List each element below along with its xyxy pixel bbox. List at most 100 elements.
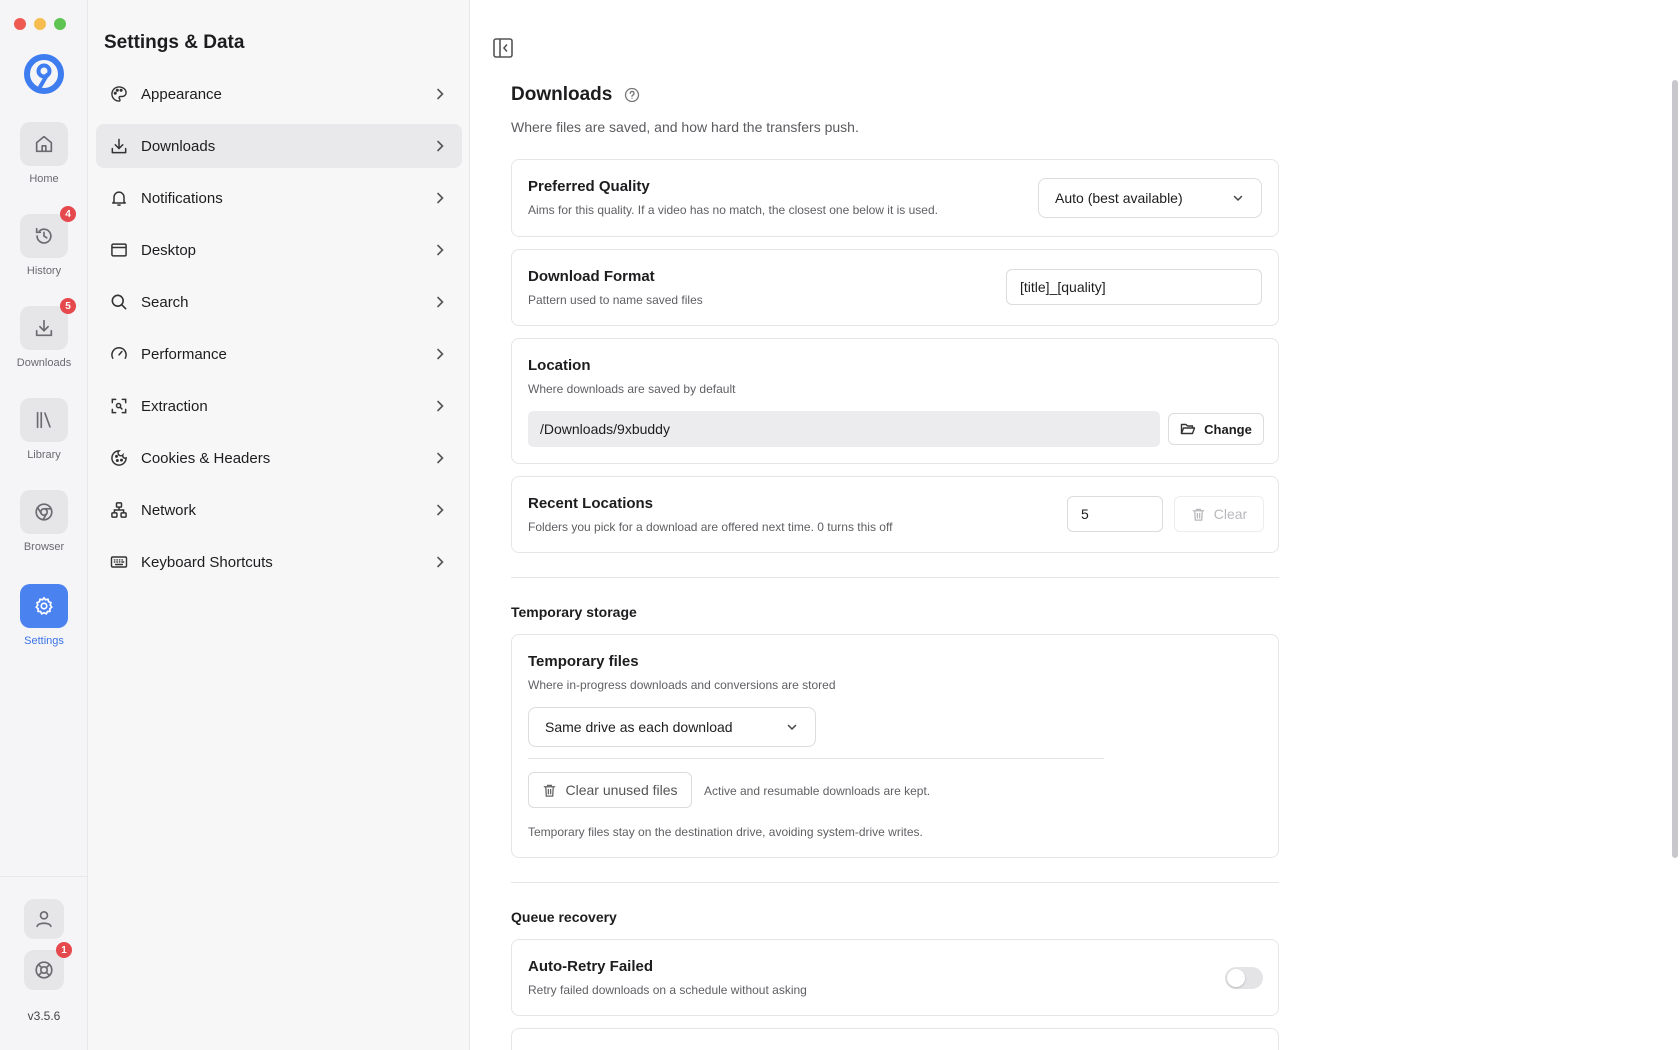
network-icon xyxy=(111,502,127,518)
zoom-window-button[interactable] xyxy=(54,18,66,30)
nav-label: Search xyxy=(141,293,189,311)
clear-unused-note: Active and resumable downloads are kept. xyxy=(704,784,931,798)
user-icon xyxy=(36,911,52,928)
rail-item-downloads[interactable]: 5 Downloads xyxy=(0,298,88,369)
temporary-storage-heading: Temporary storage xyxy=(511,604,637,620)
download-format-desc: Pattern used to name saved files xyxy=(528,293,703,307)
settings-nav: Settings & Data Appearance Downloads Not… xyxy=(88,0,470,1050)
nav-item-performance[interactable]: Performance xyxy=(96,332,462,376)
chevron-right-icon xyxy=(437,348,444,360)
location-path: /Downloads/9xbuddy xyxy=(528,411,1160,447)
scrollbar[interactable] xyxy=(1672,80,1678,858)
temporary-files-desc: Where in-progress downloads and conversi… xyxy=(528,678,836,692)
section-divider xyxy=(511,882,1279,883)
app-version: v3.5.6 xyxy=(27,1009,61,1023)
chevron-right-icon xyxy=(437,192,444,204)
nav-item-network[interactable]: Network xyxy=(96,488,462,532)
temporary-files-footer: Temporary files stay on the destination … xyxy=(528,825,923,839)
rail-label-history: History xyxy=(26,265,62,277)
recent-locations-desc: Folders you pick for a download are offe… xyxy=(528,520,893,534)
settings-button[interactable] xyxy=(20,584,68,628)
download-format-input[interactable] xyxy=(1006,269,1262,305)
nav-item-cookies-headers[interactable]: Cookies & Headers xyxy=(96,436,462,480)
chevron-right-icon xyxy=(437,88,444,100)
nav-label: Extraction xyxy=(141,397,208,415)
clear-recent-button[interactable]: Clear xyxy=(1174,496,1264,532)
history-button[interactable]: 4 xyxy=(20,206,76,258)
icon-rail: Home 4 History 5 Downloads Library Brows… xyxy=(0,0,88,1050)
clear-unused-files-button[interactable]: Clear unused files xyxy=(528,772,692,808)
recent-locations-title: Recent Locations xyxy=(528,495,654,512)
search-icon xyxy=(111,294,127,310)
nav-item-downloads[interactable]: Downloads xyxy=(96,124,462,168)
account-button[interactable] xyxy=(24,899,64,939)
nav-label: Notifications xyxy=(141,189,223,207)
page-title: Downloads xyxy=(511,84,640,106)
app-logo-icon xyxy=(24,54,64,94)
nav-item-notifications[interactable]: Notifications xyxy=(96,176,462,220)
nav-label: Performance xyxy=(141,345,227,363)
downloads-button[interactable]: 5 xyxy=(20,298,76,350)
nav-item-desktop[interactable]: Desktop xyxy=(96,228,462,272)
next-setting-card xyxy=(511,1028,1279,1050)
recent-locations-input[interactable] xyxy=(1067,496,1163,532)
rail-item-library[interactable]: Library xyxy=(0,398,88,461)
inner-divider xyxy=(528,758,1104,759)
download-icon xyxy=(35,319,53,337)
nav-item-search[interactable]: Search xyxy=(96,280,462,324)
temporary-location-select[interactable]: Same drive as each download xyxy=(528,707,816,747)
gear-icon xyxy=(35,596,53,615)
preferred-quality-select[interactable]: Auto (best available) xyxy=(1038,178,1262,218)
rail-item-settings[interactable]: Settings xyxy=(0,584,88,647)
nav-item-extraction[interactable]: Extraction xyxy=(96,384,462,428)
home-button[interactable] xyxy=(20,122,68,166)
location-card: Location Where downloads are saved by de… xyxy=(511,338,1279,464)
support-button[interactable]: 1 xyxy=(24,942,72,990)
nav-label: Cookies & Headers xyxy=(141,449,271,467)
nav-label: Network xyxy=(141,501,197,519)
section-divider xyxy=(511,577,1279,578)
minimize-window-button[interactable] xyxy=(34,18,46,30)
nav-item-keyboard-shortcuts[interactable]: Keyboard Shortcuts xyxy=(96,540,462,584)
temporary-location-value: Same drive as each download xyxy=(545,719,733,735)
chevron-right-icon xyxy=(437,556,444,568)
browser-button[interactable] xyxy=(20,490,68,534)
rail-item-history[interactable]: 4 History xyxy=(0,206,88,277)
library-button[interactable] xyxy=(20,398,68,442)
chevron-right-icon xyxy=(437,244,444,256)
rail-label-settings: Settings xyxy=(24,635,64,647)
browser-icon xyxy=(35,503,53,521)
cookie-icon xyxy=(111,450,127,466)
window-controls xyxy=(14,18,66,30)
chevron-right-icon xyxy=(437,504,444,516)
auto-retry-desc: Retry failed downloads on a schedule wit… xyxy=(528,983,807,997)
preferred-quality-value: Auto (best available) xyxy=(1055,190,1183,206)
location-title: Location xyxy=(528,357,591,374)
rail-item-home[interactable]: Home xyxy=(0,122,88,185)
nav-title: Settings & Data xyxy=(104,32,245,53)
download-format-card: Download Format Pattern used to name sav… xyxy=(511,249,1279,326)
nav-item-appearance[interactable]: Appearance xyxy=(96,72,462,116)
folder-open-icon xyxy=(1180,423,1196,435)
download-icon xyxy=(111,138,127,154)
help-icon[interactable] xyxy=(624,87,640,103)
auto-retry-toggle[interactable] xyxy=(1225,967,1263,989)
trash-icon xyxy=(544,784,556,797)
rail-footer: 1 xyxy=(0,876,88,1050)
chevron-down-icon xyxy=(1233,195,1243,202)
temporary-files-title: Temporary files xyxy=(528,653,639,670)
main-panel: Downloads Where files are saved, and how… xyxy=(470,0,1680,1050)
preferred-quality-desc: Aims for this quality. If a video has no… xyxy=(528,203,938,217)
auto-retry-title: Auto-Retry Failed xyxy=(528,958,654,975)
rail-item-browser[interactable]: Browser xyxy=(0,490,88,553)
close-window-button[interactable] xyxy=(14,18,26,30)
support-badge: 1 xyxy=(56,942,72,958)
page-subtitle: Where files are saved, and how hard the … xyxy=(511,119,859,135)
palette-icon xyxy=(111,86,127,102)
preferred-quality-title: Preferred Quality xyxy=(528,178,650,195)
nav-list: Appearance Downloads Notifications Deskt… xyxy=(96,72,462,592)
gauge-icon xyxy=(111,347,127,359)
change-location-button[interactable]: Change xyxy=(1168,413,1264,445)
queue-recovery-heading: Queue recovery xyxy=(511,909,617,925)
sidebar-collapse-icon[interactable] xyxy=(492,37,514,59)
